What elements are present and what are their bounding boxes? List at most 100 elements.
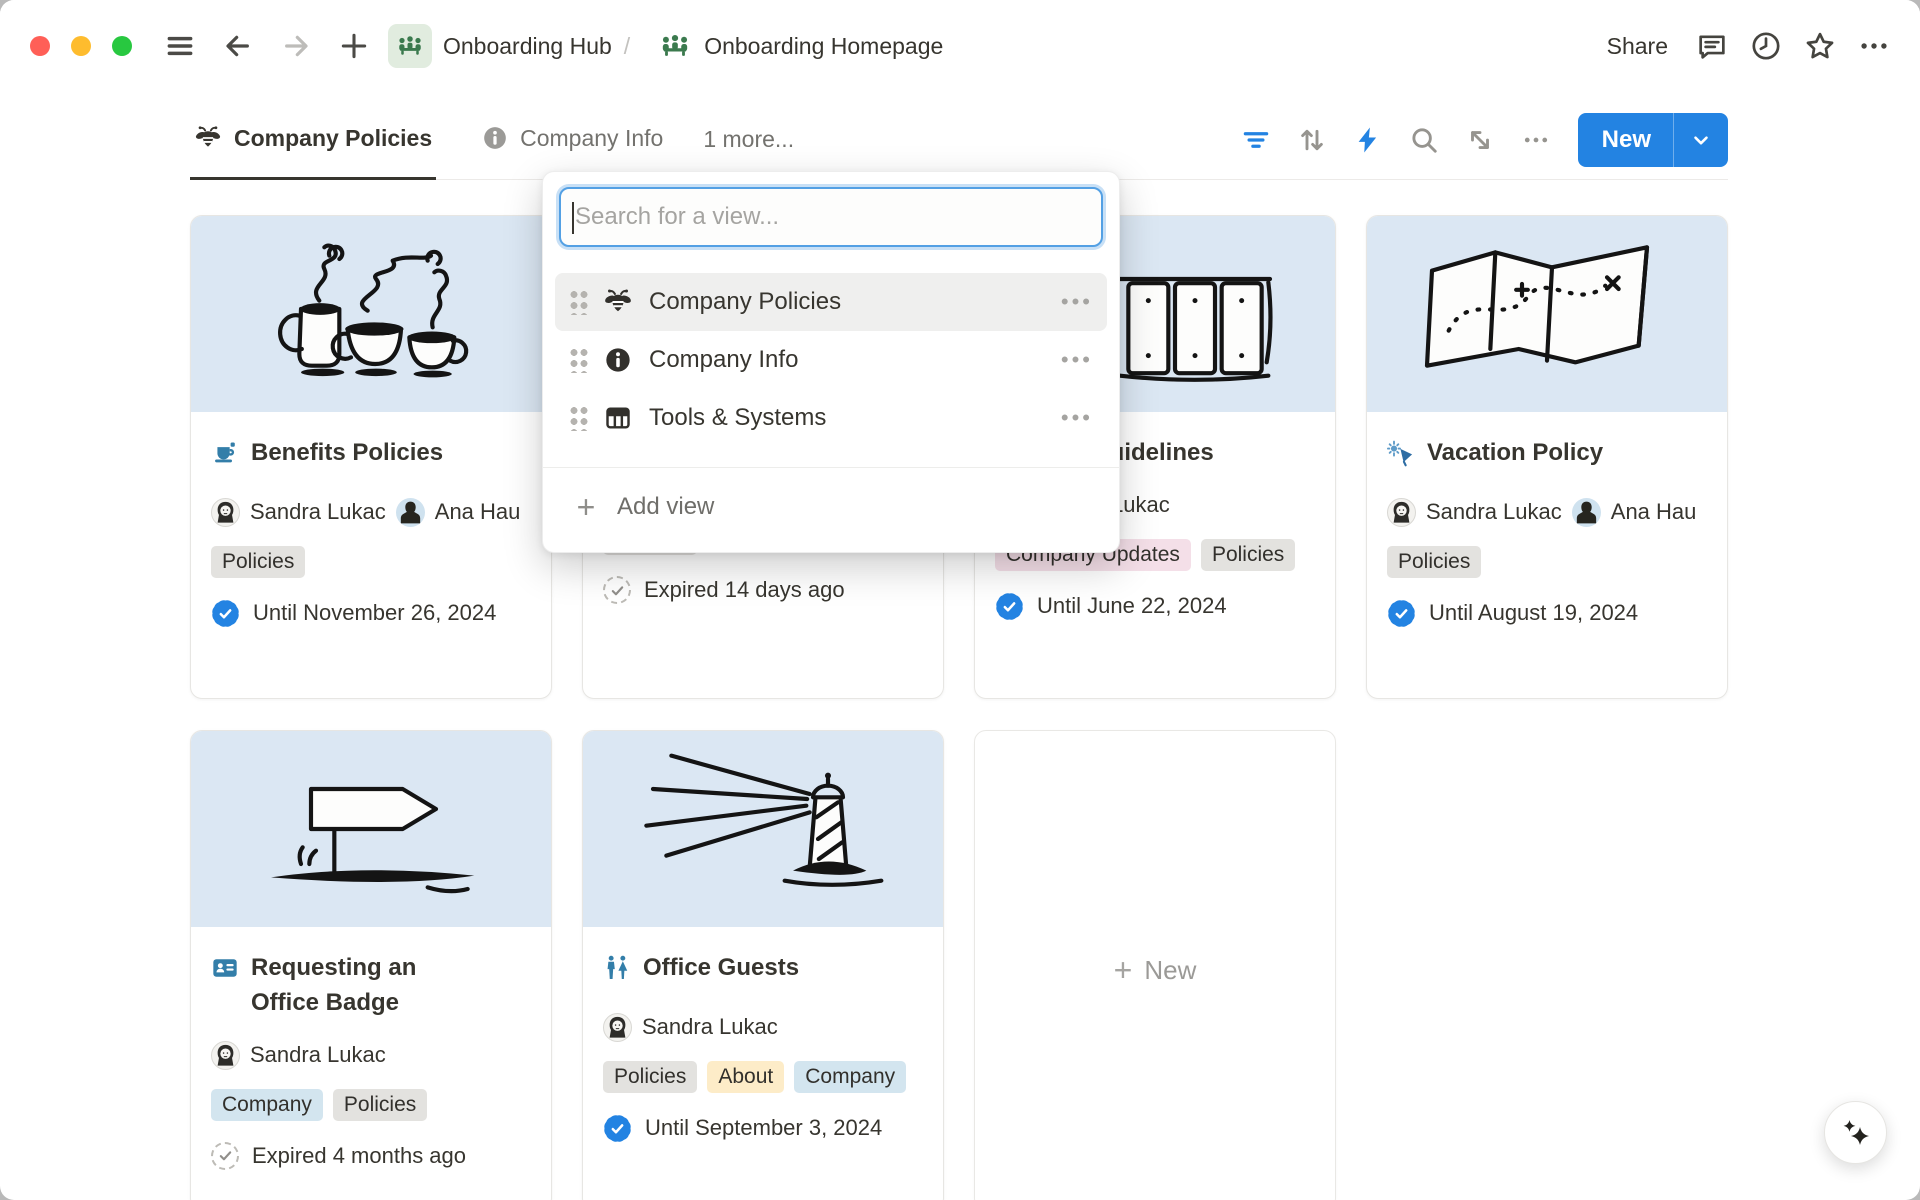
star-icon[interactable] xyxy=(1800,26,1840,66)
status-label: Expired 14 days ago xyxy=(644,577,845,603)
card-status: Until November 26, 2024 xyxy=(211,599,531,628)
sidebar-menu-icon[interactable] xyxy=(160,26,200,66)
tag[interactable]: About xyxy=(707,1061,784,1093)
avatar xyxy=(1572,498,1601,527)
card-title-row: Guidelines xyxy=(1091,436,1315,471)
history-clock-icon[interactable] xyxy=(1746,26,1786,66)
filter-icon[interactable] xyxy=(1234,118,1278,162)
avatar xyxy=(603,1013,632,1042)
tab-label: Company Info xyxy=(520,125,663,152)
share-button[interactable]: Share xyxy=(1597,27,1678,66)
breadcrumb-current-item[interactable] xyxy=(656,27,694,65)
breadcrumb-current-label[interactable]: Onboarding Homepage xyxy=(704,33,943,60)
expand-icon[interactable] xyxy=(1458,118,1502,162)
card-vacation-policy[interactable]: Vacation Policy Sandra Lukac Ana Hau Pol… xyxy=(1366,215,1728,699)
person-name: Sandra Lukac xyxy=(642,1014,778,1040)
card-title-row: Requesting an Office Badge xyxy=(211,951,531,1021)
verified-badge-icon xyxy=(995,592,1024,621)
tag[interactable]: Company xyxy=(794,1061,906,1093)
drag-handle-icon[interactable] xyxy=(569,289,589,315)
map-illustration xyxy=(1367,216,1727,412)
tag[interactable]: Policies xyxy=(1201,539,1295,571)
ai-assistant-button[interactable] xyxy=(1824,1101,1887,1164)
new-card-button[interactable]: + New xyxy=(974,730,1336,1200)
expired-check-icon xyxy=(211,1142,239,1170)
avatar xyxy=(396,498,425,527)
avatar xyxy=(211,1041,240,1070)
sort-icon[interactable] xyxy=(1290,118,1334,162)
card-status: Until August 19, 2024 xyxy=(1387,599,1707,628)
view-item-more-icon[interactable]: ••• xyxy=(1061,347,1093,373)
tag[interactable]: Company xyxy=(211,1089,323,1121)
person-name: Sandra Lukac xyxy=(1426,499,1562,525)
search-icon[interactable] xyxy=(1402,118,1446,162)
back-arrow-icon[interactable] xyxy=(218,26,258,66)
text-cursor xyxy=(572,202,574,234)
card-title: Benefits Policies xyxy=(251,436,443,478)
tag[interactable]: Policies xyxy=(1387,546,1481,578)
plus-icon: + xyxy=(569,491,603,523)
comments-icon[interactable] xyxy=(1692,26,1732,66)
new-button[interactable]: New xyxy=(1578,113,1728,167)
card-status: Expired 4 months ago xyxy=(211,1142,531,1170)
zoom-window-button[interactable] xyxy=(112,36,132,56)
card-title-row: Office Guests xyxy=(603,951,923,993)
view-item-more-icon[interactable]: ••• xyxy=(1061,405,1093,431)
view-search-input[interactable] xyxy=(561,203,1101,231)
add-view-label: Add view xyxy=(617,493,714,521)
card-people: Sandra Lukac xyxy=(603,1013,942,1042)
view-item-company-info[interactable]: Company Info ••• xyxy=(555,331,1107,389)
new-card-label: New xyxy=(1144,955,1196,986)
verified-badge-icon xyxy=(211,599,240,628)
status-label: Until September 3, 2024 xyxy=(645,1115,882,1141)
person-name: Ana Hau xyxy=(435,499,521,525)
more-icon[interactable] xyxy=(1854,26,1894,66)
tag[interactable]: Policies xyxy=(211,546,305,578)
card-benefits-policies[interactable]: Benefits Policies Sandra Lukac Ana Hau P… xyxy=(190,215,552,699)
person-name: Sandra Lukac xyxy=(250,1042,386,1068)
breadcrumb-separator: / xyxy=(624,33,630,60)
tag[interactable]: Policies xyxy=(333,1089,427,1121)
tab-company-info[interactable]: Company Info xyxy=(478,100,667,180)
chevron-down-icon[interactable] xyxy=(1674,129,1728,151)
window-titlebar: Onboarding Hub / Onboarding Homepage Sha… xyxy=(0,0,1920,92)
avatar xyxy=(1387,498,1416,527)
add-view-button[interactable]: + Add view xyxy=(555,478,1107,536)
card-title: Vacation Policy xyxy=(1427,436,1603,478)
view-item-more-icon[interactable]: ••• xyxy=(1061,289,1093,315)
view-item-company-policies[interactable]: Company Policies ••• xyxy=(555,273,1107,331)
card-requesting-office-badge[interactable]: Requesting an Office Badge Sandra Lukac … xyxy=(190,730,552,1200)
drag-handle-icon[interactable] xyxy=(569,405,589,431)
close-window-button[interactable] xyxy=(30,36,50,56)
info-icon xyxy=(482,125,508,151)
card-office-guests[interactable]: Office Guests Sandra Lukac Policies Abou… xyxy=(582,730,944,1200)
drag-handle-icon[interactable] xyxy=(569,347,589,373)
breadcrumb-root-item[interactable] xyxy=(388,24,432,68)
more-icon[interactable] xyxy=(1514,118,1558,162)
view-tabs-bar: Company Policies Company Info 1 more... xyxy=(190,100,1728,180)
coffee-cup-icon xyxy=(211,436,239,478)
id-badge-icon xyxy=(211,951,239,1021)
status-label: Until June 22, 2024 xyxy=(1037,593,1227,619)
status-label: Until November 26, 2024 xyxy=(253,600,496,626)
forward-arrow-icon[interactable] xyxy=(276,26,316,66)
more-tabs-button[interactable]: 1 more... xyxy=(703,126,794,153)
view-item-label: Company Policies xyxy=(649,288,1061,316)
bee-icon xyxy=(603,287,633,317)
vacation-icon xyxy=(1387,436,1415,478)
person-name: Sandra Lukac xyxy=(250,499,386,525)
view-search-field[interactable] xyxy=(559,187,1103,247)
card-tags: Policies xyxy=(1387,546,1707,578)
mugs-illustration xyxy=(191,216,551,412)
view-item-tools-systems[interactable]: Tools & Systems ••• xyxy=(555,389,1107,447)
menu-divider xyxy=(543,467,1119,468)
view-menu-popover: Company Policies ••• Company Info ••• xyxy=(542,171,1120,553)
breadcrumb-root-label[interactable]: Onboarding Hub xyxy=(443,33,612,60)
minimize-window-button[interactable] xyxy=(71,36,91,56)
tab-company-policies[interactable]: Company Policies xyxy=(190,100,436,180)
bolt-icon[interactable] xyxy=(1346,118,1390,162)
new-page-plus-icon[interactable] xyxy=(334,26,374,66)
avatar xyxy=(211,498,240,527)
tag[interactable]: Policies xyxy=(603,1061,697,1093)
card-title-row: Vacation Policy xyxy=(1387,436,1707,478)
